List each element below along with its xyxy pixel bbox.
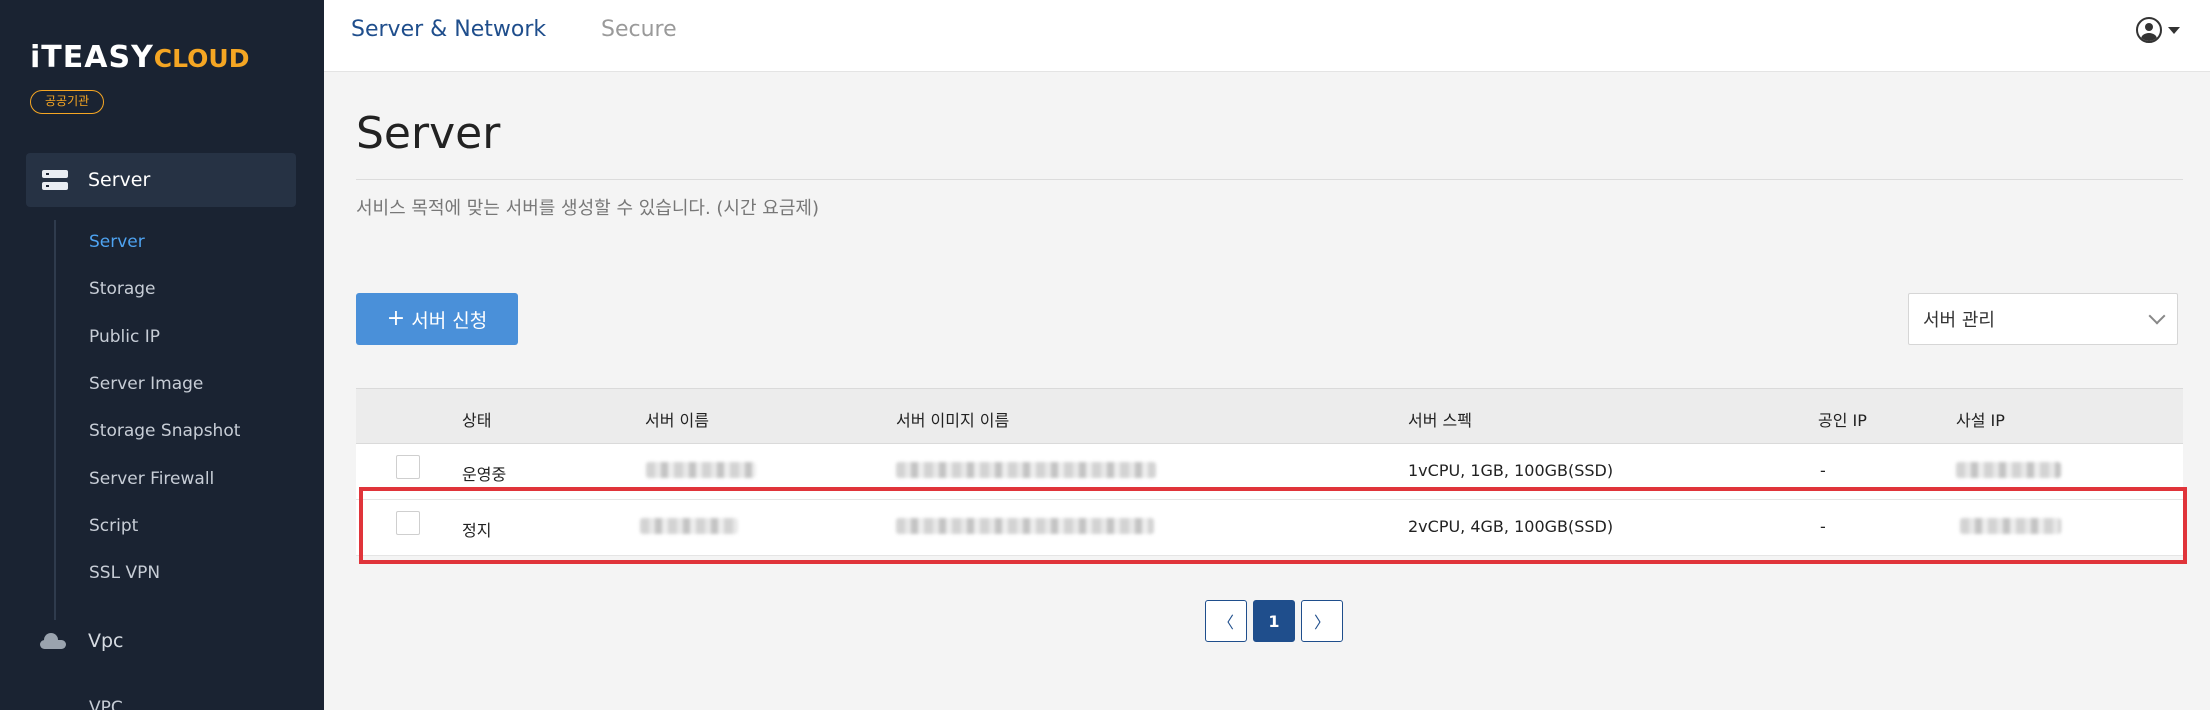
sidebar-group-server[interactable]: Server	[26, 153, 296, 207]
sidebar: iTEASYCLOUD 공공기관 Server Server Storage P…	[0, 0, 324, 710]
redacted-image-name	[896, 518, 1154, 534]
logo-main-text: iTEASY	[30, 40, 154, 75]
row-checkbox[interactable]	[396, 455, 420, 479]
page-description: 서비스 목적에 맞는 서버를 생성할 수 있습니다. (시간 요금제)	[356, 198, 819, 219]
header-image-name[interactable]: 서버 이미지 이름	[896, 407, 1009, 431]
subnav-divider	[54, 220, 56, 620]
sidebar-group-vpc-label: Vpc	[88, 630, 124, 652]
header-private-ip[interactable]: 사설 IP	[1956, 407, 2005, 431]
table-row[interactable]: 운영중 1vCPU, 1GB, 100GB(SSD) -	[356, 444, 2183, 500]
sidebar-item-public-ip[interactable]: Public IP	[89, 327, 160, 347]
redacted-private-ip	[1960, 518, 2061, 534]
plus-icon: +	[386, 306, 406, 331]
tab-server-network[interactable]: Server & Network	[351, 17, 546, 42]
server-manage-select[interactable]: 서버 관리	[1908, 293, 2178, 345]
server-manage-value: 서버 관리	[1923, 310, 1995, 331]
top-bar: Server & Network Secure	[324, 0, 2210, 72]
status-cell: 운영중	[462, 465, 507, 484]
public-agency-badge: 공공기관	[30, 90, 105, 114]
main-content: Server 서비스 목적에 맞는 서버를 생성할 수 있습니다. (시간 요금…	[324, 72, 2210, 710]
sidebar-item-storage-snapshot[interactable]: Storage Snapshot	[89, 421, 240, 441]
tab-secure[interactable]: Secure	[601, 17, 677, 42]
sidebar-group-vpc[interactable]: Vpc	[40, 630, 124, 652]
pagination: 〈 1 〉	[1205, 600, 1343, 642]
redacted-image-name	[896, 462, 1156, 478]
brand-logo[interactable]: iTEASYCLOUD	[30, 40, 250, 75]
public-ip-cell: -	[1820, 461, 1826, 480]
create-server-label: 서버 신청	[411, 309, 488, 332]
spec-cell: 1vCPU, 1GB, 100GB(SSD)	[1408, 461, 1614, 480]
title-divider	[356, 179, 2183, 180]
sidebar-item-script[interactable]: Script	[89, 516, 138, 536]
page-1-button[interactable]: 1	[1253, 600, 1295, 642]
spec-cell: 2vCPU, 4GB, 100GB(SSD)	[1408, 517, 1614, 536]
logo-cloud-text: CLOUD	[153, 44, 250, 73]
sidebar-item-server-image[interactable]: Server Image	[89, 374, 203, 394]
sidebar-item-ssl-vpn[interactable]: SSL VPN	[89, 563, 160, 583]
redacted-server-name	[640, 518, 738, 534]
sidebar-group-server-label: Server	[88, 169, 151, 191]
page-title: Server	[356, 108, 501, 159]
sidebar-item-storage[interactable]: Storage	[89, 279, 156, 299]
header-spec[interactable]: 서버 스펙	[1408, 407, 1472, 431]
sidebar-item-vpc[interactable]: VPC	[89, 698, 123, 710]
table-row[interactable]: 정지 2vCPU, 4GB, 100GB(SSD) -	[356, 500, 2183, 556]
server-icon	[42, 170, 68, 190]
table-header: 상태 서버 이름 서버 이미지 이름 서버 스펙 공인 IP 사설 IP	[356, 388, 2183, 444]
chevron-down-icon	[2148, 307, 2166, 325]
header-public-ip[interactable]: 공인 IP	[1818, 407, 1867, 431]
user-account-icon	[2136, 17, 2162, 43]
redacted-private-ip	[1956, 462, 2061, 478]
user-menu[interactable]	[2136, 17, 2180, 43]
cloud-icon	[40, 633, 66, 649]
status-cell: 정지	[462, 521, 492, 540]
header-server-name[interactable]: 서버 이름	[645, 407, 709, 431]
sidebar-item-server[interactable]: Server	[89, 232, 145, 252]
prev-page-button[interactable]: 〈	[1205, 600, 1247, 642]
create-server-button[interactable]: + 서버 신청	[356, 293, 518, 345]
sidebar-item-server-firewall[interactable]: Server Firewall	[89, 469, 214, 489]
row-checkbox[interactable]	[396, 511, 420, 535]
server-table: 상태 서버 이름 서버 이미지 이름 서버 스펙 공인 IP 사설 IP 운영중…	[356, 388, 2183, 556]
next-page-button[interactable]: 〉	[1301, 600, 1343, 642]
redacted-server-name	[646, 462, 756, 478]
caret-down-icon	[2168, 26, 2180, 34]
header-status[interactable]: 상태	[462, 407, 491, 431]
public-ip-cell: -	[1820, 517, 1826, 536]
